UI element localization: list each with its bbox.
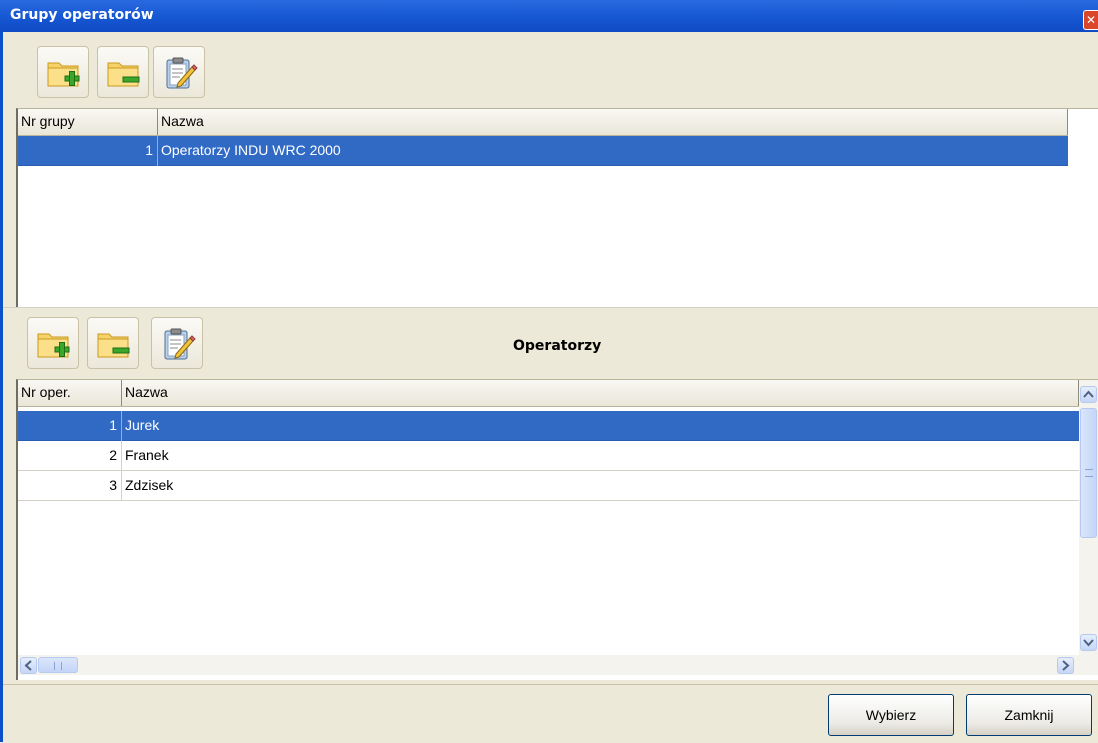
scroll-down-button[interactable]: [1080, 634, 1097, 651]
vertical-scrollbar[interactable]: [1079, 380, 1098, 655]
folder-add-icon: [47, 62, 80, 87]
edit-group-button[interactable]: [153, 46, 205, 98]
chevron-right-icon: [1062, 660, 1070, 671]
operators-table-header: Nr oper. Nazwa: [18, 380, 1079, 407]
chevron-left-icon: [24, 660, 32, 671]
window-frame-left: [0, 32, 3, 742]
groups-table: Nr grupy Nazwa 1 Operatorzy INDU WRC 200…: [16, 108, 1098, 307]
table-row[interactable]: 3 Zdzisek: [18, 471, 1079, 501]
column-header-group-name[interactable]: Nazwa: [158, 109, 1068, 135]
title-bar[interactable]: Grupy operatorów ✕: [0, 0, 1098, 32]
remove-group-button[interactable]: [97, 46, 149, 98]
select-button[interactable]: Wybierz: [828, 694, 954, 736]
vertical-scroll-thumb[interactable]: [1080, 408, 1097, 538]
operator-name-cell: Zdzisek: [125, 477, 174, 493]
scroll-grip-icon: [54, 662, 62, 670]
column-header-group-number[interactable]: Nr grupy: [18, 109, 158, 135]
column-header-operator-number[interactable]: Nr oper.: [18, 380, 122, 406]
chevron-up-icon: [1083, 390, 1094, 398]
remove-operator-button[interactable]: [87, 317, 139, 369]
operators-table: Nr oper. Nazwa 1 Jurek 2 Franek 3 Zdzise…: [16, 379, 1098, 680]
folder-remove-icon: [97, 333, 130, 358]
group-name-cell: Operatorzy INDU WRC 2000: [161, 142, 341, 158]
column-header-operator-name[interactable]: Nazwa: [122, 380, 1079, 406]
close-window-button[interactable]: ✕: [1083, 10, 1098, 30]
scroll-right-button[interactable]: [1057, 657, 1074, 674]
folder-remove-icon: [107, 62, 140, 87]
operator-number-cell: 3: [18, 471, 122, 501]
horizontal-scroll-thumb[interactable]: [38, 657, 78, 673]
groups-table-header: Nr grupy Nazwa: [18, 109, 1068, 136]
table-row[interactable]: 2 Franek: [18, 441, 1079, 471]
group-number-cell: 1: [18, 136, 158, 166]
scroll-up-button[interactable]: [1080, 386, 1097, 403]
scroll-grip-icon: [1085, 469, 1093, 477]
operator-number-cell: 1: [18, 411, 122, 441]
horizontal-scrollbar[interactable]: [18, 655, 1098, 675]
operator-name-cell: Jurek: [125, 417, 160, 433]
add-operator-button[interactable]: [27, 317, 79, 369]
add-group-button[interactable]: [37, 46, 89, 98]
clipboard-edit-icon: [164, 328, 196, 360]
groups-toolbar: [3, 32, 1098, 106]
clipboard-edit-icon: [166, 57, 198, 89]
operator-number-cell: 2: [18, 441, 122, 471]
table-row[interactable]: 1 Operatorzy INDU WRC 2000: [18, 136, 1068, 166]
dialog-window: Grupy operatorów ✕ Nr grupy Nazwa 1 Oper…: [0, 0, 1098, 743]
folder-add-icon: [37, 333, 70, 358]
chevron-down-icon: [1083, 639, 1094, 647]
close-button[interactable]: Zamknij: [966, 694, 1092, 736]
scroll-left-button[interactable]: [20, 657, 37, 674]
operator-name-cell: Franek: [125, 447, 169, 463]
operators-section-title: Operatorzy: [513, 338, 602, 354]
edit-operator-button[interactable]: [151, 317, 203, 369]
table-row[interactable]: 1 Jurek: [18, 411, 1079, 441]
operators-toolbar: Operatorzy: [3, 307, 1098, 378]
dialog-footer: Wybierz Zamknij: [3, 684, 1098, 743]
window-title: Grupy operatorów: [10, 7, 154, 23]
